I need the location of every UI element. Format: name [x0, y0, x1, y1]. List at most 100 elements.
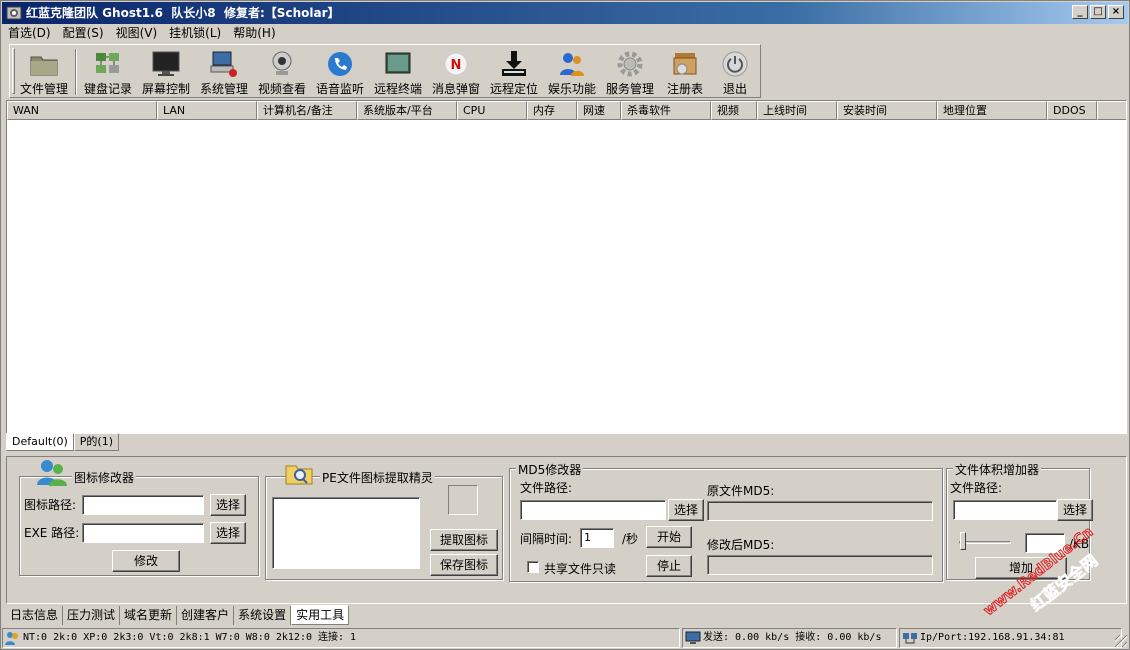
menu-view[interactable]: 视图(V) — [110, 24, 164, 42]
host-list[interactable]: WAN LAN 计算机名/备注 系统版本/平台 CPU 内存 网速 杀毒软件 视… — [6, 100, 1127, 434]
column-cpu[interactable]: CPU — [457, 101, 527, 120]
menu-help[interactable]: 帮助(H) — [227, 24, 281, 42]
icon-path-input[interactable] — [82, 495, 204, 515]
column-ddos[interactable]: DDOS — [1047, 101, 1097, 120]
tool-exit[interactable]: 退出 — [712, 47, 758, 97]
menu-preferences[interactable]: 首选(D) — [2, 24, 57, 42]
close-icon: × — [1111, 6, 1121, 17]
tab-create-client[interactable]: 创建客户 — [177, 606, 235, 625]
orig-md5-field — [707, 501, 933, 521]
column-os[interactable]: 系统版本/平台 — [357, 101, 457, 120]
tool-video-view[interactable]: 视频查看 — [254, 47, 310, 97]
resize-grip[interactable] — [1115, 635, 1127, 647]
window-title: 红蓝克隆团队 Ghost1.6 队长小8 修复者:【Scholar】 — [26, 6, 340, 20]
modify-button[interactable]: 修改 — [112, 550, 180, 572]
pe-extractor-title: PE文件图标提取精灵 — [320, 469, 435, 486]
maximize-icon: □ — [1093, 6, 1103, 17]
exe-path-input[interactable] — [82, 523, 204, 543]
os-counts-text: NT:0 2k:0 XP:0 2k3:0 Vt:0 2k8:1 W7:0 W8:… — [23, 632, 357, 643]
phone-icon — [328, 52, 352, 76]
tool-message-popup[interactable]: N 消息弹窗 — [428, 47, 484, 97]
app-icon — [6, 6, 22, 20]
message-icon: N — [444, 52, 468, 76]
column-location[interactable]: 地理位置 — [937, 101, 1047, 120]
title-bar[interactable]: 红蓝克隆团队 Ghost1.6 队长小8 修复者:【Scholar】 _ □ × — [2, 2, 1128, 24]
column-wan[interactable]: WAN — [7, 101, 157, 120]
size-add-button[interactable]: 增加 — [975, 557, 1067, 579]
maximize-button[interactable]: □ — [1090, 5, 1106, 19]
tool-system-manager[interactable]: 系统管理 — [196, 47, 252, 97]
tool-remote-terminal[interactable]: 远程终端 — [370, 47, 426, 97]
menu-bar: 首选(D) 配置(S) 视图(V) 挂机锁(L) 帮助(H) — [2, 24, 1128, 42]
save-icon-button[interactable]: 保存图标 — [430, 554, 498, 576]
tab-system-settings[interactable]: 系统设置 — [234, 606, 292, 625]
interval-label: 间隔时间: — [520, 532, 573, 546]
toolbar: 文件管理 键盘记录 屏幕控制 系统管理 视频查看 语音监听 远程终端 N 消息弹… — [9, 44, 761, 98]
minimize-button[interactable]: _ — [1072, 5, 1088, 19]
per-second-label: /秒 — [622, 532, 639, 546]
download-icon — [502, 51, 526, 76]
tool-file-manager[interactable]: 文件管理 — [16, 47, 72, 97]
tool-label: 消息弹窗 — [431, 82, 480, 96]
tool-registry[interactable]: 注册表 — [660, 47, 710, 97]
tool-label: 视频查看 — [257, 82, 306, 96]
exe-select-button[interactable]: 选择 — [210, 522, 246, 544]
size-kb-input[interactable] — [1025, 533, 1065, 553]
gear-icon — [617, 51, 643, 77]
group-tab-p[interactable]: P的(1) — [73, 433, 119, 451]
size-slider-thumb[interactable] — [960, 532, 966, 550]
tool-service-manager[interactable]: 服务管理 — [602, 47, 658, 97]
folder-icon — [30, 56, 58, 76]
column-online-time[interactable]: 上线时间 — [757, 101, 837, 120]
people-icon — [560, 53, 584, 76]
size-increaser-title: 文件体积增加器 — [953, 461, 1042, 478]
interval-input[interactable]: 1 — [580, 528, 614, 548]
column-install-time[interactable]: 安装时间 — [837, 101, 937, 120]
column-memory[interactable]: 内存 — [527, 101, 577, 120]
column-antivirus[interactable]: 杀毒软件 — [621, 101, 711, 120]
tab-domain-update[interactable]: 域名更新 — [120, 606, 178, 625]
column-video[interactable]: 视频 — [711, 101, 757, 120]
tool-entertainment[interactable]: 娱乐功能 — [544, 47, 600, 97]
menu-lock[interactable]: 挂机锁(L) — [163, 24, 227, 42]
icon-preview — [448, 485, 478, 515]
extract-icon-button[interactable]: 提取图标 — [430, 529, 498, 551]
group-tab-default[interactable]: Default(0) — [6, 433, 74, 451]
pe-file-list[interactable] — [272, 497, 420, 569]
tool-label: 系统管理 — [199, 82, 248, 96]
status-bar: NT:0 2k:0 XP:0 2k3:0 Vt:0 2k8:1 W7:0 W8:… — [2, 628, 1128, 649]
size-slider-track[interactable] — [959, 541, 1011, 544]
group-tabs: Default(0) P的(1) — [6, 433, 119, 451]
close-button[interactable]: × — [1108, 5, 1124, 19]
toolbar-separator — [75, 49, 77, 95]
tab-stress-test[interactable]: 压力测试 — [63, 606, 121, 625]
md5-file-path-input[interactable] — [520, 500, 666, 520]
size-file-path-input[interactable] — [953, 500, 1057, 520]
tab-utilities[interactable]: 实用工具 — [291, 605, 350, 625]
size-select-button[interactable]: 选择 — [1057, 499, 1093, 521]
md5-file-path-label: 文件路径: — [520, 481, 573, 495]
menu-config[interactable]: 配置(S) — [57, 24, 110, 42]
column-lan[interactable]: LAN — [157, 101, 257, 120]
traffic-text: 发送: 0.00 kb/s 接收: 0.00 kb/s — [703, 632, 882, 643]
pe-extractor-group: PE文件图标提取精灵 提取图标 保存图标 — [265, 465, 503, 580]
shared-readonly-label: 共享文件只读 — [544, 562, 617, 576]
column-computer-name[interactable]: 计算机名/备注 — [257, 101, 357, 120]
status-traffic: 发送: 0.00 kb/s 接收: 0.00 kb/s — [682, 628, 897, 648]
icon-select-button[interactable]: 选择 — [210, 494, 246, 516]
icon-modifier-group: 图标修改器 图标路径: 选择 EXE 路径: 选择 修改 — [19, 460, 259, 576]
tool-screen-control[interactable]: 屏幕控制 — [138, 47, 194, 97]
tool-voice-monitor[interactable]: 语音监听 — [312, 47, 368, 97]
shared-readonly-checkbox[interactable] — [527, 561, 539, 573]
folder-search-icon — [285, 465, 313, 485]
tool-keylogger[interactable]: 键盘记录 — [80, 47, 136, 97]
main-window: 红蓝克隆团队 Ghost1.6 队长小8 修复者:【Scholar】 _ □ ×… — [0, 0, 1130, 650]
md5-stop-button[interactable]: 停止 — [646, 555, 692, 577]
md5-select-button[interactable]: 选择 — [668, 499, 704, 521]
md5-start-button[interactable]: 开始 — [646, 526, 692, 548]
tool-remote-locate[interactable]: 远程定位 — [486, 47, 542, 97]
toolbar-grip[interactable] — [12, 48, 15, 94]
column-net-speed[interactable]: 网速 — [577, 101, 621, 120]
tab-log[interactable]: 日志信息 — [6, 606, 64, 625]
tool-label: 远程定位 — [489, 82, 538, 96]
